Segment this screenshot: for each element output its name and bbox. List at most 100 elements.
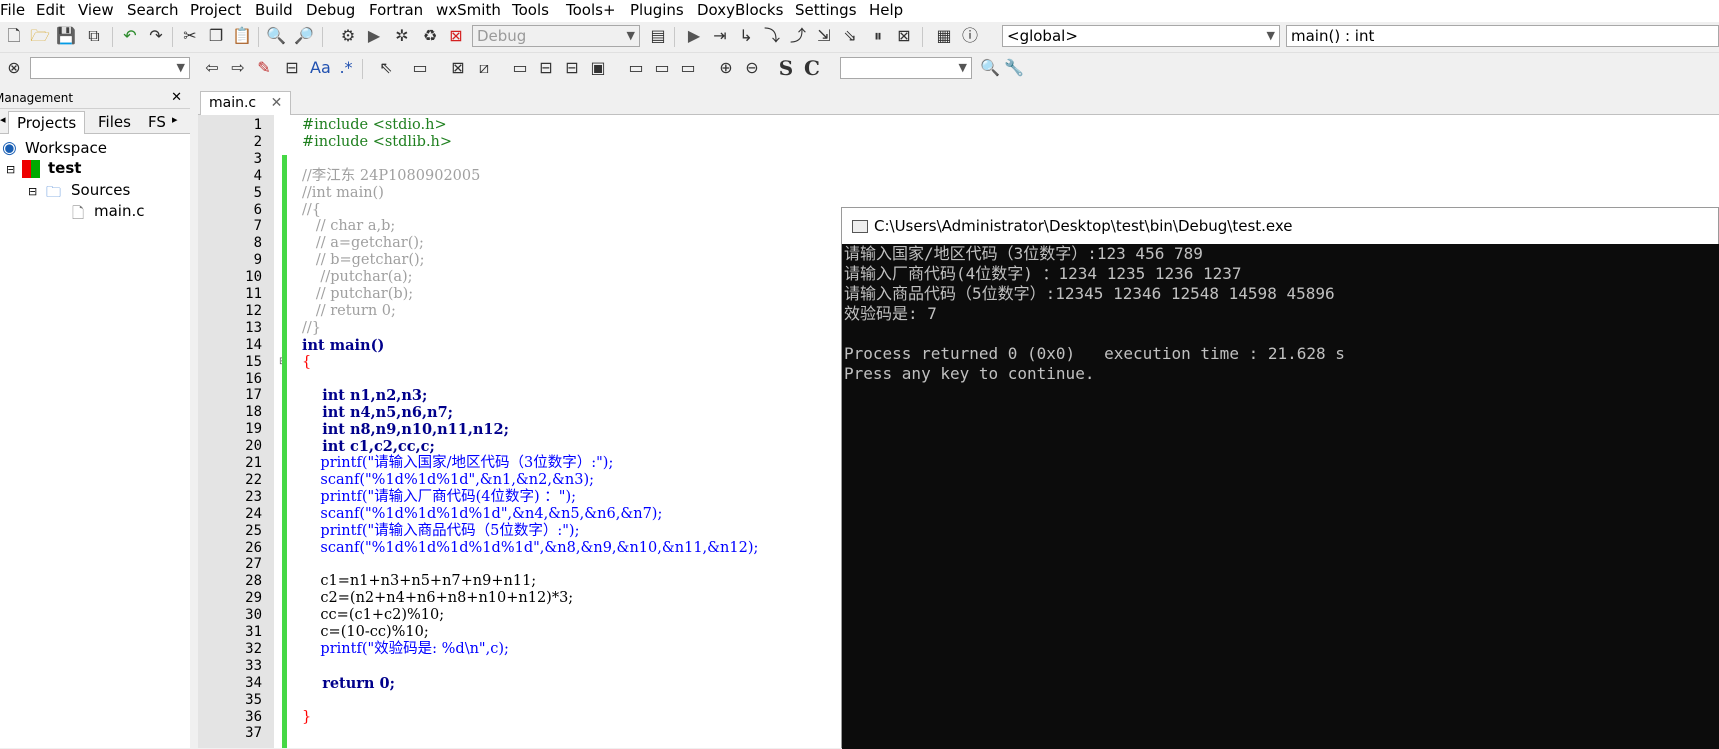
save-all-icon[interactable]: ⧉ [84,26,104,46]
stop-debug-icon[interactable]: ⊠ [894,26,914,46]
step-out-icon[interactable]: ⤴ [788,26,808,46]
flow-loop-icon[interactable]: ▭ [510,58,530,78]
tree-folder-sources[interactable]: Sources [71,181,130,199]
tab-scroll-left-icon[interactable]: ◂ [0,113,6,126]
tab-projects[interactable]: Projects [8,111,86,134]
step-instruction-icon[interactable]: ⇘ [840,26,860,46]
nassi-c-icon[interactable]: C [802,58,822,78]
tree-workspace[interactable]: Workspace [25,139,107,157]
regex-icon[interactable]: .* [336,58,356,78]
rebuild-icon[interactable]: ♻ [420,26,440,46]
run-icon[interactable]: ▶ [364,26,384,46]
flow-while-icon[interactable]: ⊟ [536,58,556,78]
line-number: 17 [245,387,262,404]
select-pointer-icon[interactable]: ⇖ [376,58,396,78]
build-target-select[interactable]: Debug ▼ [472,25,640,47]
menu-tools[interactable]: Tools [512,1,549,19]
tree-file-main-c[interactable]: main.c [94,202,145,220]
flow-continue-icon[interactable]: ▭ [652,58,672,78]
code-line: int n4,n5,n6,n7; [302,404,454,422]
line-number: 18 [245,404,262,421]
new-file-icon[interactable]: 🗋 [4,26,24,46]
menu-debug[interactable]: Debug [306,1,355,19]
scope-select[interactable]: <global> ▼ [1002,25,1280,47]
panel-splitter[interactable] [190,88,198,748]
open-icon[interactable]: 🗁 [30,26,50,46]
menu-view[interactable]: View [78,1,114,19]
flow-switch-icon[interactable]: ⧄ [474,58,494,78]
close-icon[interactable]: ✕ [271,95,283,111]
menu-file[interactable]: File [0,1,25,19]
menu-bar: File Edit View Search Project Build Debu… [0,0,1719,22]
workspace-icon: ◉ [2,138,17,158]
tab-files[interactable]: Files [90,111,139,133]
redo-icon[interactable]: ↷ [146,26,166,46]
chevron-down-icon: ▼ [958,61,967,74]
target-options-icon[interactable]: ▤ [648,26,668,46]
tab-main-c[interactable]: main.c ✕ [200,91,292,115]
highlight-icon[interactable]: ✎ [254,58,274,78]
cut-icon[interactable]: ✂ [180,26,200,46]
collapse-icon[interactable]: ⊟ [6,163,15,176]
line-number: 2 [253,133,262,150]
menu-tools-plus[interactable]: Tools+ [566,1,616,19]
menu-edit[interactable]: Edit [36,1,65,19]
paste-icon[interactable]: 📋 [232,26,252,46]
menu-search[interactable]: Search [127,1,179,19]
code-search-icon[interactable]: 🔍 [980,58,1000,78]
flow-if-icon[interactable]: ⊠ [448,58,468,78]
pause-icon[interactable]: ⏸ [868,26,888,46]
code-completion-select[interactable]: ▼ [840,57,972,79]
collapse-icon[interactable]: ⊟ [28,185,37,198]
code-line: //{ [302,201,321,218]
abort-icon[interactable]: ⊠ [446,26,466,46]
debug-continue-icon[interactable]: ▶ [684,26,704,46]
flow-for-icon[interactable]: ▣ [588,58,608,78]
menu-plugins[interactable]: Plugins [630,1,684,19]
code-tools-icon[interactable]: 🔧 [1004,58,1024,78]
console-output[interactable]: 请输入国家/地区代码（3位数字）:123 456 789 请输入厂商代码(4位数… [842,244,1719,749]
flow-return-icon[interactable]: ▭ [678,58,698,78]
find-icon[interactable]: 🔍 [266,26,286,46]
copy-icon[interactable]: ❐ [206,26,226,46]
build-run-icon[interactable]: ✲ [392,26,412,46]
run-to-cursor-icon[interactable]: ⇥ [710,26,730,46]
undo-icon[interactable]: ↶ [120,26,140,46]
debug-windows-icon[interactable]: ▦ [934,26,954,46]
chevron-down-icon: ▼ [176,61,185,74]
menu-project[interactable]: Project [190,1,241,19]
save-icon[interactable]: 💾 [56,26,76,46]
line-number: 26 [245,539,262,556]
menu-doxyblocks[interactable]: DoxyBlocks [697,1,783,19]
build-gear-icon[interactable]: ⚙ [338,26,358,46]
menu-settings[interactable]: Settings [795,1,857,19]
tab-fs[interactable]: FS [144,111,166,133]
flow-repeat-icon[interactable]: ⊟ [562,58,582,78]
menu-help[interactable]: Help [869,1,903,19]
block-icon[interactable]: ▭ [410,58,430,78]
replace-icon[interactable]: 🔎 [294,26,314,46]
next-instruction-icon[interactable]: ⇲ [814,26,834,46]
zoom-out-icon[interactable]: ⊖ [742,58,762,78]
tree-project-test[interactable]: test [48,159,81,177]
match-case-icon[interactable]: Aa [310,58,331,78]
zoom-in-icon[interactable]: ⊕ [716,58,736,78]
line-number: 5 [253,184,262,201]
tab-scroll-right-icon[interactable]: ▸ [172,113,178,126]
menu-build[interactable]: Build [255,1,293,19]
clear-search-icon[interactable]: ⊗ [4,58,24,78]
menu-wxsmith[interactable]: wxSmith [436,1,501,19]
flow-break-icon[interactable]: ▭ [626,58,646,78]
nassi-s-icon[interactable]: S [776,58,796,78]
step-into-icon[interactable]: ⤵ [762,26,782,46]
find-next-icon[interactable]: ⇨ [228,58,248,78]
search-input[interactable]: ▼ [30,57,190,79]
menu-fortran[interactable]: Fortran [369,1,423,19]
next-line-icon[interactable]: ↳ [736,26,756,46]
close-icon[interactable]: ✕ [171,88,182,108]
info-icon[interactable]: ⓘ [960,26,980,46]
find-previous-icon[interactable]: ⇦ [202,58,222,78]
symbol-select[interactable]: main() : int [1286,25,1719,47]
selected-text-icon[interactable]: ⊟ [282,58,302,78]
line-number: 16 [245,370,262,387]
